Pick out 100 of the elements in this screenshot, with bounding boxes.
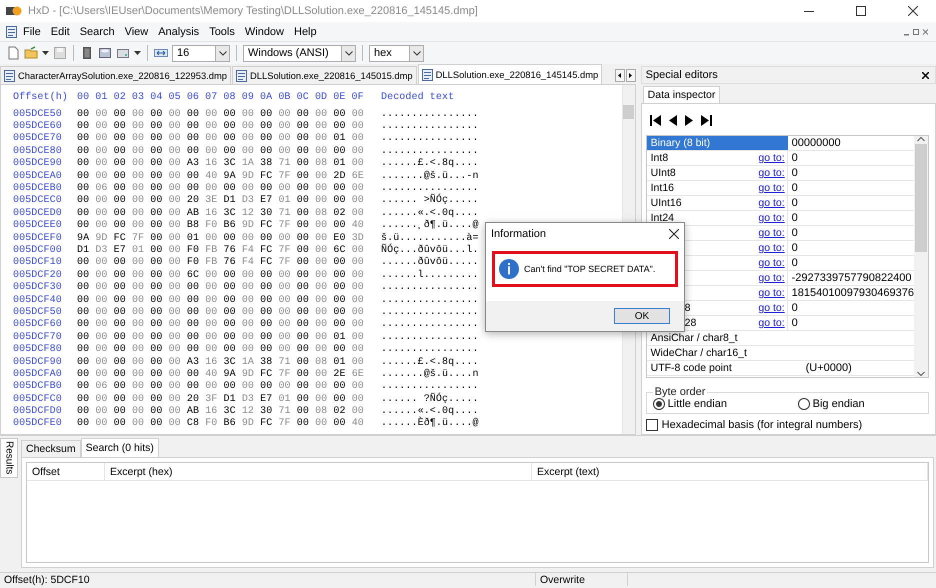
offset-cell-text: 005DCEC0 <box>13 195 63 206</box>
offset-cell-text: 005DCF80 <box>13 344 63 356</box>
hex-bytes: 9A 9D FC 7F 00 00 01 00 00 00 00 00 00 00 E0 3D <box>77 232 365 244</box>
decoded-text: ................ <box>381 146 479 157</box>
offset-cell-text: 005DCE60 <box>13 121 63 132</box>
offset-cell-text: 005DCFA0 <box>13 368 63 380</box>
window-title: HxD - [C:\Users\IEUser\Documents\Memory Testing\DLLSolution.exe_220816_145145.dmp] <box>28 5 479 17</box>
hex-bytes: 00 00 00 00 00 00 00 00 00 00 00 00 00 00 00 00 <box>77 319 365 330</box>
decoded-text: ...... ?ÑÓç..... <box>381 394 479 405</box>
offset-header: Offset(h) <box>13 92 69 103</box>
hex-bytes: 00 00 00 00 00 00 00 00 00 00 00 00 00 00 00 00 <box>77 294 365 306</box>
decoded-text: .......@š.ü...-n <box>381 170 479 182</box>
decoded-text: ................ <box>381 294 479 306</box>
hex-bytes: 00 00 00 00 00 00 A3 16 3C 1A 38 71 00 08 01 00 <box>77 356 365 368</box>
hex-bytes: 00 06 00 00 00 00 00 00 00 00 00 00 00 00 00 00 <box>77 183 365 194</box>
field-value: 0 <box>790 166 799 180</box>
hex-bytes: 00 00 00 00 00 00 00 00 00 00 00 00 00 00 01 00 <box>77 332 365 343</box>
field-value: -2927339757790822400 <box>790 271 913 285</box>
field-value: (U+0000) <box>804 361 853 375</box>
hex-bytes: 00 00 00 00 00 00 B8 F0 B6 9D FC 7F 00 00 00 40 <box>77 220 365 232</box>
hex-bytes: 00 00 00 00 00 00 F0 FB 76 F4 FC 7F 00 00 00 00 <box>77 257 365 268</box>
hex-bytes: 00 00 00 00 00 00 00 00 00 00 00 00 00 00 00 00 <box>77 282 365 294</box>
field-label: UInt16 <box>650 196 683 210</box>
hex-bytes: 00 00 00 00 00 00 00 00 00 00 00 00 00 00 00 00 <box>77 306 365 318</box>
decoded-text: ...... >ÑÓç..... <box>381 195 479 206</box>
field-value: 0 <box>790 151 799 165</box>
decoded-text: ................ <box>381 121 479 132</box>
field-label: Int16 <box>650 181 675 195</box>
offset-cell-text: 005DCFE0 <box>13 418 63 430</box>
field-value: 0 <box>790 316 799 330</box>
field-label: 8 <box>684 301 692 315</box>
hex-bytes: 00 00 00 00 00 00 C8 F0 B6 9D FC 7F 00 00 00 40 <box>77 418 365 430</box>
offset-cell-text: 005DCF60 <box>13 319 63 330</box>
field-value: 0 <box>790 241 799 255</box>
field-value: 0 <box>790 301 799 315</box>
hex-bytes: 00 00 00 00 00 00 20 3F D1 D3 E7 01 00 00 00 00 <box>77 394 365 405</box>
hex-bytes: 00 00 00 00 00 00 00 00 00 00 00 00 00 00 00 00 <box>77 108 365 120</box>
offset-cell-text: 005DCEB0 <box>13 183 63 194</box>
status-text: Offset(h): 5DCF10 <box>0 573 536 586</box>
offset-cell-text: 005DCFC0 <box>13 394 63 405</box>
field-label: UInt8 <box>650 166 677 180</box>
decoded-text: ................ <box>381 381 479 392</box>
hex-bytes: 00 00 00 00 00 00 20 3E D1 D3 E7 01 00 00 00 00 <box>77 195 365 206</box>
hex-bytes: 00 00 00 00 00 00 6C 00 00 00 00 00 00 00 00 00 <box>77 270 365 281</box>
field-value: 18154010097930469376 <box>790 286 914 300</box>
decoded-text: ......ðûvôü..... <box>381 257 479 268</box>
column-headers: 00 01 02 03 04 05 06 07 08 09 0A 0B 0C 0D 0E 0F <box>77 92 365 103</box>
decoded-text: ÑÓç...ðûvôü...l. <box>381 244 479 256</box>
offset-cell-text: 005DCE70 <box>13 133 63 144</box>
decoded-text: ................ <box>381 282 479 294</box>
dialog-title: Information <box>491 228 546 240</box>
field-label: Binary (8 bit) <box>650 136 712 150</box>
decoded-text: ......«.<.0q.... <box>381 406 479 418</box>
radio-label: Little endian <box>668 398 727 410</box>
offset-cell-text: 005DCEE0 <box>13 220 63 232</box>
decoded-text: ................ <box>381 108 479 120</box>
panel-title: Special editors <box>646 69 718 81</box>
hex-bytes: 00 00 00 00 00 00 00 00 00 00 00 00 00 00 00 00 <box>77 121 365 132</box>
offset-cell-text: 005DCFD0 <box>13 406 63 418</box>
decoded-text: ................ <box>381 133 479 144</box>
decoded-text: .......@š.ü....n <box>381 368 479 380</box>
field-label: UTF-8 code point <box>650 361 733 375</box>
decoded-text: ......£.<.8q.... <box>381 356 479 368</box>
decoded-text: ......Èð¶.ü....@ <box>381 418 479 430</box>
offset-cell-text: 005DCE90 <box>13 158 63 170</box>
field-value: 00000000 <box>790 136 842 150</box>
radio-label: Big endian <box>812 398 865 410</box>
offset-cell-text: 005DCF40 <box>13 294 63 306</box>
offset-cell-text: 005DCED0 <box>13 208 63 219</box>
field-value: 0 <box>790 181 799 195</box>
hex-bytes: 00 00 00 00 00 00 00 40 9A 9D FC 7F 00 00 2D 6E <box>77 170 365 182</box>
hex-bytes: 00 00 00 00 00 00 AB 16 3C 12 30 71 00 08 02 00 <box>77 406 365 418</box>
decoded-text: ......¸ð¶.ü....@ <box>381 220 479 232</box>
offset-cell-text: 005DCF50 <box>13 306 63 318</box>
decoded-text: ................ <box>381 183 479 194</box>
hex-bytes: D1 D3 E7 01 00 00 F0 FB 76 F4 FC 7F 00 00 6C 00 <box>77 244 365 256</box>
decoded-text: ................ <box>381 332 479 343</box>
field-label: 28 <box>684 316 698 330</box>
decoded-text: ......£.<.8q.... <box>381 158 479 170</box>
decoded-text: ......«.<.0q.... <box>381 208 479 219</box>
status-text: Overwrite <box>536 573 628 586</box>
offset-cell-text: 005DCEF0 <box>13 232 63 244</box>
offset-cell-text: 005DCF90 <box>13 356 63 368</box>
hex-bytes: 00 00 00 00 00 00 00 00 00 00 00 00 00 00 00 00 <box>77 146 365 157</box>
decoded-text-header: Decoded text <box>381 92 454 103</box>
hex-bytes: 00 00 00 00 00 00 00 00 00 00 00 00 00 00 01 00 <box>77 133 365 144</box>
hex-bytes: 00 00 00 00 00 00 AB 16 3C 12 30 71 00 08 02 00 <box>77 208 365 219</box>
field-label: AnsiChar / char8_t <box>650 331 739 345</box>
decoded-text: ................ <box>381 319 479 330</box>
offset-cell-text: 005DCE50 <box>13 108 63 120</box>
offset-cell-text: 005DCF70 <box>13 332 63 343</box>
checkbox-label: Hexadecimal basis (for integral numbers) <box>662 419 862 431</box>
hex-bytes: 00 06 00 00 00 00 00 00 00 00 00 00 00 00 00 00 <box>77 381 365 392</box>
decoded-text: š.ü...........à= <box>381 232 479 244</box>
offset-cell-text: 005DCFB0 <box>13 381 63 392</box>
field-value: 0 <box>790 211 799 225</box>
offset-cell-text: 005DCE80 <box>13 146 63 157</box>
decoded-text: ......l......... <box>381 270 479 281</box>
offset-cell-text: 005DCEA0 <box>13 170 63 182</box>
field-value: 0 <box>790 226 799 240</box>
